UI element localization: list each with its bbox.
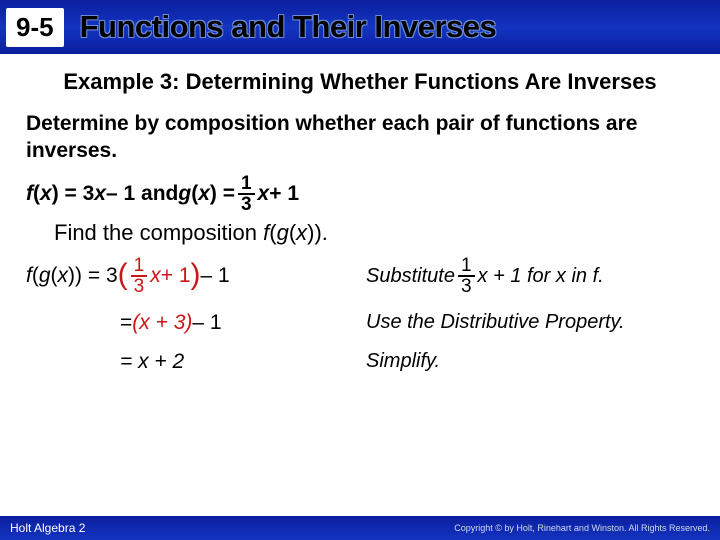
subst-mid: x + 1 for x in f. (478, 264, 604, 289)
fraction-num: 1 (131, 256, 148, 277)
x-var: x (296, 220, 307, 245)
step-row-1: f(g(x)) = 3( 1 3 x + 1) – 1 Substitute 1… (26, 256, 694, 296)
g-var: g (277, 220, 289, 245)
fraction-den: 3 (458, 277, 475, 296)
paren-close: ) (191, 263, 201, 287)
tail-text: – 1 (201, 264, 230, 288)
find-composition: Find the composition f(g(x)). (54, 220, 694, 246)
step3-rhs: Simplify. (366, 349, 694, 374)
step2-lhs: = (x + 3) – 1 (26, 311, 366, 335)
example-title: Example 3: Determining Whether Functions… (26, 68, 694, 96)
step-row-2: = (x + 3) – 1 Use the Distributive Prope… (26, 310, 694, 335)
x-var: x (40, 182, 52, 206)
footer-brand: Holt Algebra 2 (10, 521, 85, 535)
subst-pre: Substitute (366, 264, 455, 289)
eq-sign: = (120, 311, 132, 335)
fraction-num: 1 (238, 174, 255, 195)
step3-lhs: = x + 2 (26, 350, 366, 374)
slide-content: Example 3: Determining Whether Functions… (0, 54, 720, 374)
eq-part1: ) = 3 (52, 182, 95, 206)
footer-copyright: Copyright © by Holt, Rinehart and Winsto… (454, 523, 710, 533)
find-pre: Find the composition (54, 220, 263, 245)
fraction-num: 1 (458, 256, 475, 277)
explain-text: Simplify. (366, 349, 440, 374)
step1-rhs: Substitute 1 3 x + 1 for x in f. (366, 256, 694, 296)
f-var: f (26, 182, 33, 206)
fraction-den: 3 (131, 277, 148, 296)
x-var: x (58, 264, 69, 288)
prompt-text: Determine by composition whether each pa… (26, 110, 694, 165)
paren-open: ( (118, 263, 128, 287)
eq-part2: ) = (210, 182, 235, 206)
paren: ( (32, 264, 39, 288)
step-row-3: = x + 2 Simplify. (26, 349, 694, 374)
x-var: x (198, 182, 210, 206)
x-var: x (258, 182, 270, 206)
section-number: 9-5 (6, 8, 64, 47)
close-eq: )) = 3 (68, 264, 118, 288)
step1-lhs: f(g(x)) = 3( 1 3 x + 1) – 1 (26, 256, 366, 296)
and-text: – 1 and (106, 182, 178, 206)
mid-text: + 1 (161, 264, 191, 288)
fraction-den: 3 (238, 195, 255, 214)
slide-title: Functions and Their Inverses (80, 9, 497, 45)
fraction: 1 3 (458, 256, 475, 296)
find-post: )). (307, 220, 328, 245)
plus-one: + 1 (269, 182, 299, 206)
step2-rhs: Use the Distributive Property. (366, 310, 694, 335)
given-functions: f(x) = 3x – 1 and g(x) = 1 3 x + 1 (26, 174, 694, 214)
red-expr: (x + 3) (132, 311, 192, 335)
fraction: 1 3 (131, 256, 148, 296)
fraction: 1 3 (238, 174, 255, 214)
slide-header: 9-5 Functions and Their Inverses (0, 0, 720, 54)
g-var: g (178, 182, 191, 206)
x-var: x (94, 182, 106, 206)
paren: ( (51, 264, 58, 288)
final-expr: = x + 2 (120, 350, 184, 374)
tail-text: – 1 (192, 311, 221, 335)
f-var: f (263, 220, 269, 245)
slide-footer: Holt Algebra 2 Copyright © by Holt, Rine… (0, 516, 720, 540)
explain-text: Use the Distributive Property. (366, 310, 625, 335)
x-var: x (150, 264, 161, 288)
g-var: g (39, 264, 51, 288)
